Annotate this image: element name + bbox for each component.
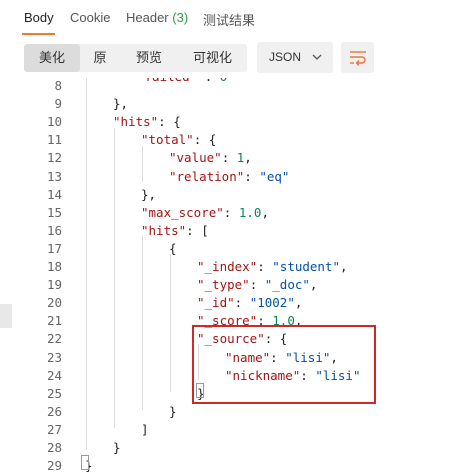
line-number: 13: [46, 168, 62, 184]
code-line: "value": 1,: [169, 150, 252, 166]
bracket-match-marker: [81, 455, 89, 470]
code-line: "relation": "eq": [169, 168, 290, 184]
line-number: 15: [46, 204, 62, 220]
view-mode-segmented: 美化 原 预览 可视化: [24, 44, 247, 72]
code-line: "max_score": 1.0,: [141, 204, 269, 220]
code-line: },: [113, 96, 129, 112]
indent-guide: [142, 236, 143, 410]
format-select[interactable]: JSON: [257, 42, 333, 73]
line-number: 22: [46, 331, 62, 347]
response-tabs: Body Cookie Header (3) 测试结果: [0, 0, 451, 36]
indent-guide: [86, 78, 87, 450]
line-number: 12: [46, 150, 62, 166]
view-preview-button[interactable]: 预览: [120, 44, 178, 72]
header-count-badge: (3): [172, 10, 189, 25]
tab-test-results[interactable]: 测试结果: [203, 10, 255, 29]
code-line: }: [113, 440, 121, 455]
code-line: "total": {: [141, 132, 217, 148]
wrap-lines-icon: [350, 51, 366, 66]
view-raw-button[interactable]: 原: [80, 44, 120, 72]
line-number: 21: [46, 313, 62, 329]
code-line: "_type": "_doc",: [197, 277, 318, 293]
line-number: 27: [46, 421, 62, 437]
line-number: 26: [46, 403, 62, 419]
line-number: 29: [46, 458, 62, 474]
code-line: "hits": [: [141, 222, 209, 238]
format-select-value: JSON: [269, 50, 302, 64]
line-number: 18: [46, 259, 62, 274]
response-panel: Body Cookie Header (3) 测试结果 美化 原 预览 可视化 …: [0, 0, 451, 476]
code-line: ]: [141, 421, 149, 437]
code-line: "hits": {: [113, 114, 181, 130]
indent-guide: [170, 254, 171, 392]
line-number: 8: [54, 78, 62, 93]
view-visualize-button[interactable]: 可视化: [178, 44, 247, 72]
code-line: "_id": "1002",: [197, 295, 303, 311]
code-line: },: [141, 186, 157, 202]
line-number: 9: [54, 96, 62, 112]
source-highlight-box: [192, 325, 376, 404]
code-line: "failed" : 0: [137, 78, 227, 84]
line-number: 28: [46, 440, 62, 455]
line-number: 14: [46, 186, 62, 202]
tab-cookie[interactable]: Cookie: [70, 10, 110, 25]
tab-header[interactable]: Header (3): [126, 10, 188, 25]
tab-body[interactable]: Body: [24, 10, 54, 25]
code-line: {: [169, 240, 177, 256]
chevron-down-icon: [312, 54, 322, 60]
line-number: 24: [46, 367, 62, 383]
line-number: 16: [46, 222, 62, 238]
indent-guide: [142, 146, 143, 182]
line-number: 19: [46, 277, 62, 293]
indent-guide: [114, 128, 115, 428]
tab-header-label: Header: [126, 10, 169, 25]
active-tab-indicator: [22, 33, 55, 35]
line-number: 17: [46, 240, 62, 256]
wrap-lines-button[interactable]: [341, 42, 374, 73]
line-number: 25: [46, 385, 62, 401]
line-number: 20: [46, 295, 62, 311]
line-number: 10: [46, 114, 62, 130]
code-line: }: [169, 403, 177, 419]
bracket-match-marker: [196, 383, 204, 398]
json-code-editor[interactable]: 8 9 10 11 12 13 14 15 16 17 18 19 20 21 22 23 24 25 26 27 28…: [0, 78, 451, 476]
line-number: 23: [46, 349, 62, 365]
line-number: 11: [46, 132, 62, 148]
view-pretty-button[interactable]: 美化: [24, 44, 80, 72]
code-line: "_index": "student",: [197, 259, 348, 274]
